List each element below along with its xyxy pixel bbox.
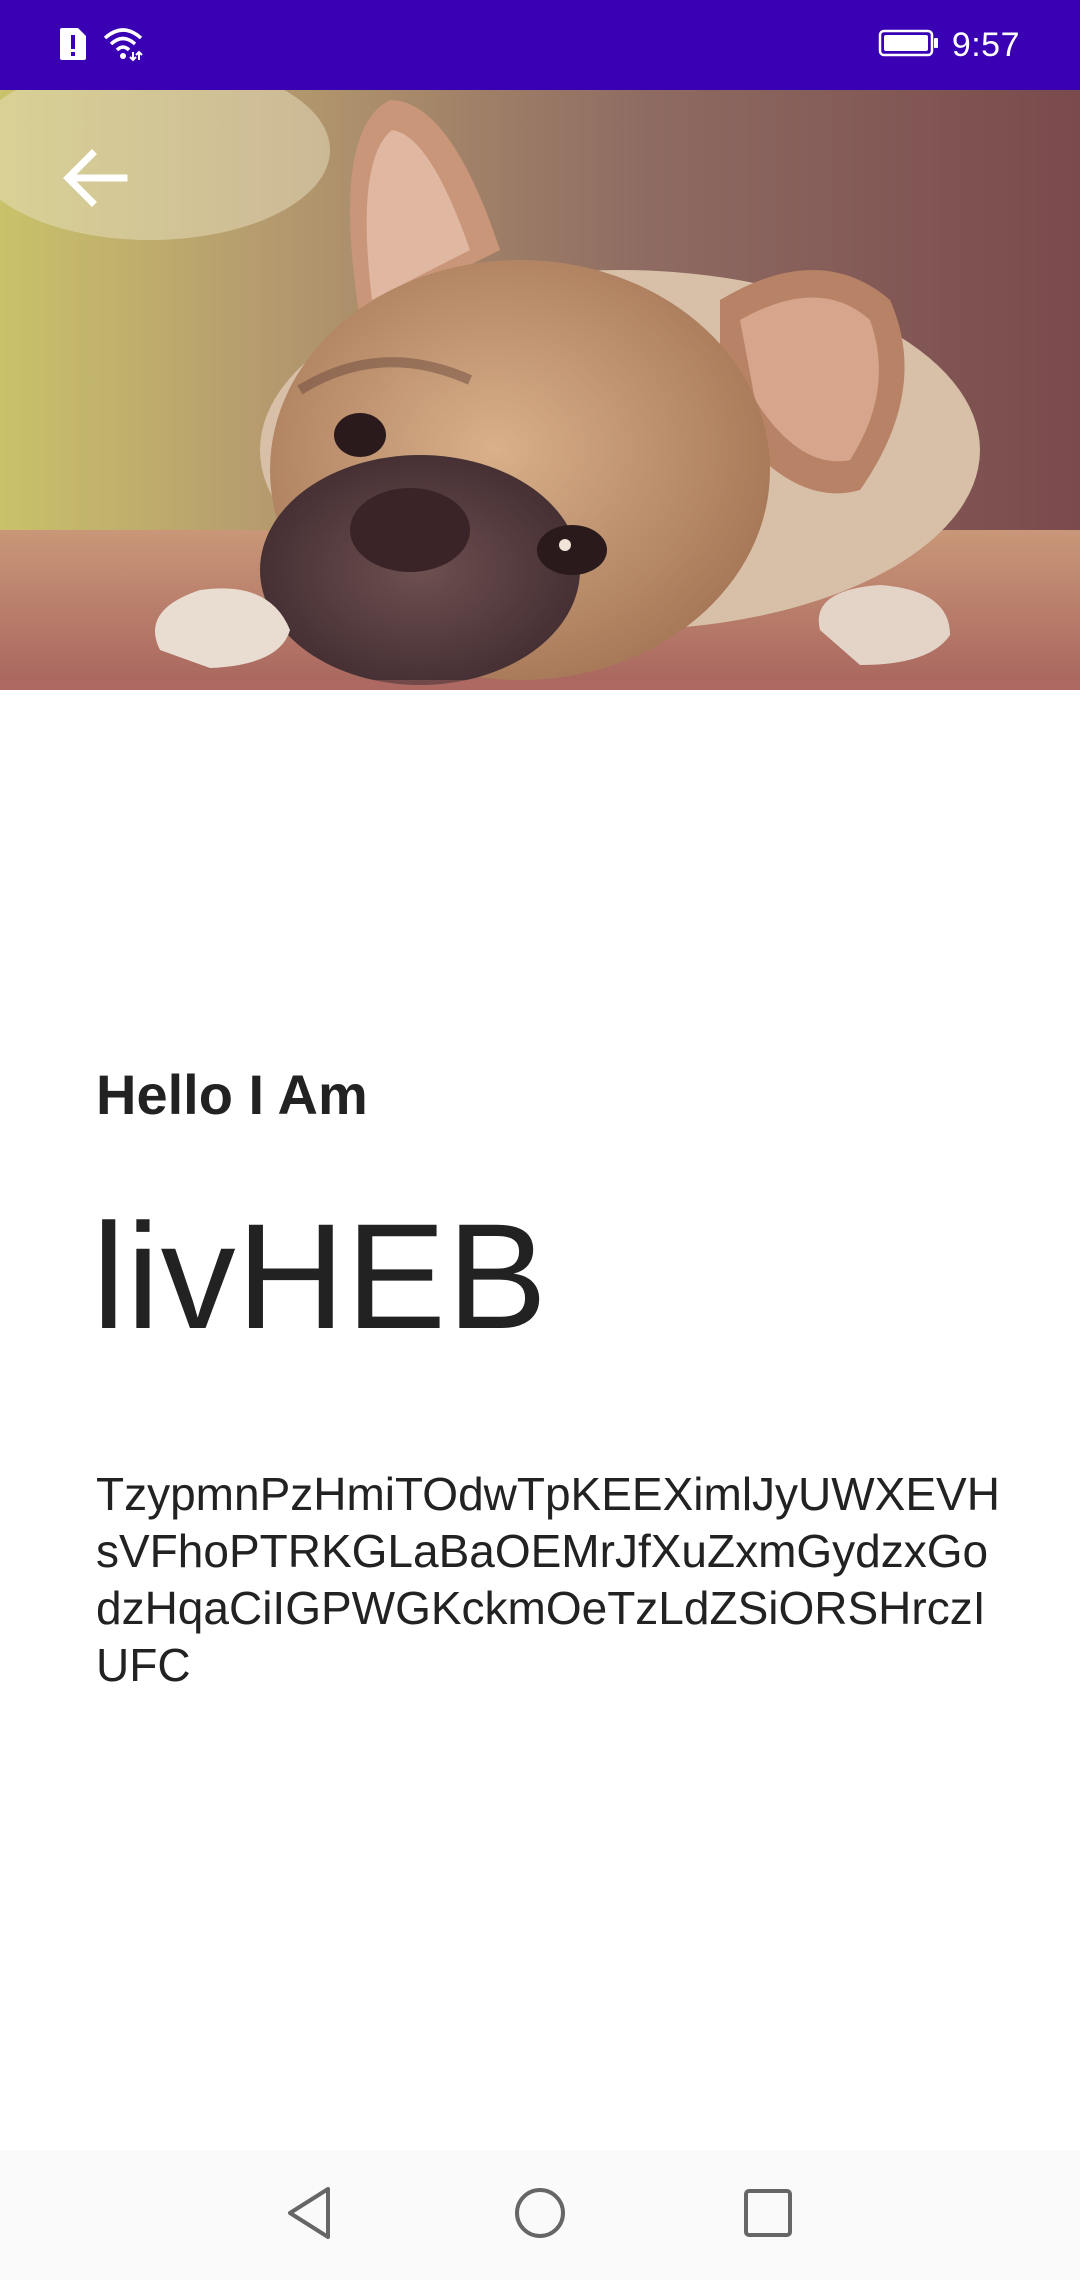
dog-photo — [0, 90, 1080, 690]
back-button[interactable] — [50, 135, 140, 225]
profile-description: TzypmnPzHmiTOdwTpKEEXimlJyUWXEVHsVFhoPTR… — [96, 1468, 1000, 1691]
status-bar: 9:57 — [0, 0, 1080, 90]
dog-photo-illustration — [0, 90, 1080, 690]
status-time: 9:57 — [951, 25, 1020, 64]
profile-name: livHEB — [92, 1192, 549, 1360]
status-left-icons — [58, 26, 144, 67]
battery-icon — [878, 28, 940, 63]
status-right: 9:57 — [878, 0, 1020, 90]
greeting-text: Hello I Am — [96, 1063, 368, 1126]
arrow-left-icon — [60, 146, 130, 215]
recents-square-icon — [742, 2187, 794, 2244]
wifi-icon — [102, 26, 144, 67]
nav-back-button[interactable] — [270, 2175, 350, 2255]
home-circle-icon — [512, 2185, 568, 2246]
back-triangle-icon — [284, 2185, 336, 2246]
sim-alert-icon — [58, 26, 88, 67]
navigation-bar — [0, 2150, 1080, 2280]
nav-home-button[interactable] — [500, 2175, 580, 2255]
nav-recents-button[interactable] — [728, 2175, 808, 2255]
